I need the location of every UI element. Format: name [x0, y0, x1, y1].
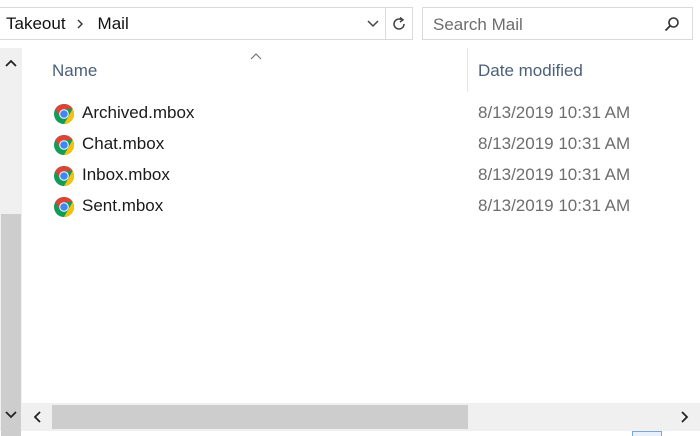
- chevron-down-icon: [5, 411, 17, 419]
- breadcrumb: Takeout Mail: [4, 8, 131, 39]
- sort-ascending-icon: [250, 47, 262, 65]
- horizontal-scrollbar[interactable]: [22, 403, 700, 431]
- chrome-icon: [53, 165, 75, 187]
- horizontal-scroll-thumb[interactable]: [52, 405, 468, 429]
- file-row[interactable]: Inbox.mbox 8/13/2019 10:31 AM: [50, 160, 650, 191]
- file-row[interactable]: Archived.mbox 8/13/2019 10:31 AM: [50, 98, 650, 129]
- file-row[interactable]: Chat.mbox 8/13/2019 10:31 AM: [50, 129, 650, 160]
- chevron-right-icon: [681, 411, 689, 423]
- file-name: Sent.mbox: [82, 196, 164, 215]
- scroll-up-button[interactable]: [0, 48, 22, 78]
- column-header-date-label: Date modified: [478, 61, 583, 80]
- file-name: Archived.mbox: [82, 103, 195, 122]
- column-header-name-label: Name: [52, 61, 98, 80]
- refresh-button[interactable]: [385, 8, 412, 39]
- search-box[interactable]: Search Mail: [422, 7, 693, 40]
- scroll-down-button[interactable]: [0, 400, 22, 430]
- file-row[interactable]: Sent.mbox 8/13/2019 10:31 AM: [50, 191, 650, 222]
- chevron-right-icon[interactable]: [76, 8, 86, 39]
- chevron-up-icon: [5, 59, 17, 67]
- column-divider[interactable]: [467, 48, 468, 92]
- address-bar[interactable]: Takeout Mail: [0, 7, 413, 40]
- search-input[interactable]: Search Mail: [433, 15, 523, 35]
- breadcrumb-item-mail[interactable]: Mail: [96, 14, 131, 34]
- search-icon[interactable]: [664, 16, 680, 37]
- scroll-right-button[interactable]: [670, 403, 700, 431]
- chevron-down-icon: [367, 19, 379, 27]
- chrome-icon: [53, 134, 75, 156]
- breadcrumb-item-takeout[interactable]: Takeout: [4, 14, 68, 34]
- vertical-scrollbar[interactable]: [0, 48, 22, 436]
- file-name: Inbox.mbox: [82, 165, 170, 184]
- chrome-icon: [53, 196, 75, 218]
- address-history-dropdown[interactable]: [360, 8, 386, 39]
- file-date-modified: 8/13/2019 10:31 AM: [478, 134, 631, 153]
- file-date-modified: 8/13/2019 10:31 AM: [478, 165, 631, 184]
- file-date-modified: 8/13/2019 10:31 AM: [478, 103, 631, 122]
- refresh-icon: [393, 16, 405, 30]
- view-toggle-button[interactable]: [632, 431, 662, 436]
- scroll-left-button[interactable]: [22, 403, 52, 431]
- chrome-icon: [53, 103, 75, 125]
- chevron-left-icon: [33, 411, 41, 423]
- file-name: Chat.mbox: [82, 134, 165, 153]
- file-date-modified: 8/13/2019 10:31 AM: [478, 196, 631, 215]
